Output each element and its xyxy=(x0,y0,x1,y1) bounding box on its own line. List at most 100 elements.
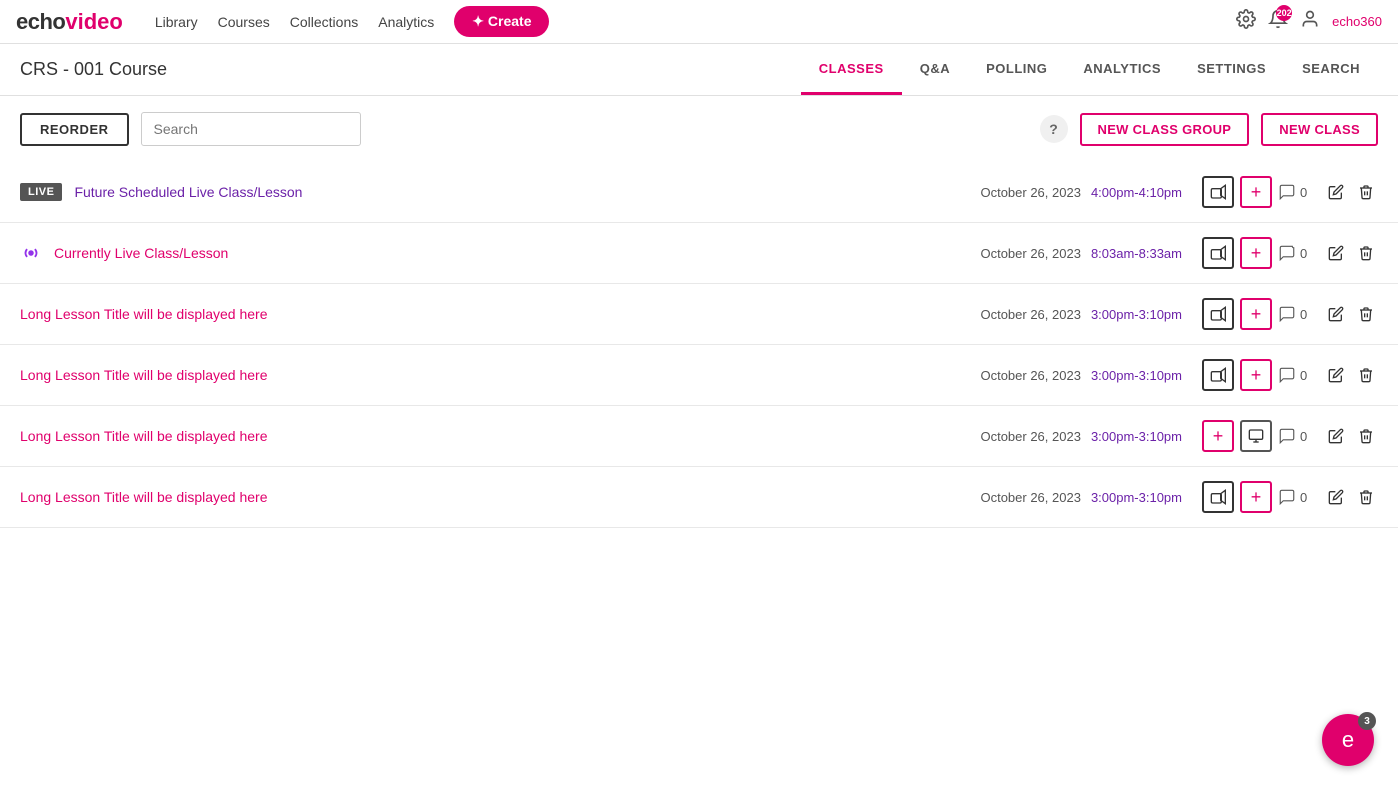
tab-qa[interactable]: Q&A xyxy=(902,44,968,95)
gear-icon xyxy=(1236,9,1256,29)
table-row: Long Lesson Title will be displayed here… xyxy=(0,406,1398,467)
class-title-link[interactable]: Long Lesson Title will be displayed here xyxy=(20,306,268,322)
echo360-label: echo360 xyxy=(1332,14,1382,29)
class-title-link[interactable]: Long Lesson Title will be displayed here xyxy=(20,367,268,383)
chat-fab[interactable]: e 3 xyxy=(1322,714,1374,766)
help-button[interactable]: ? xyxy=(1040,115,1068,143)
comment-number: 0 xyxy=(1300,185,1307,200)
edit-button[interactable] xyxy=(1324,424,1348,448)
tab-polling[interactable]: POLLING xyxy=(968,44,1065,95)
media-icon-button[interactable] xyxy=(1202,481,1234,513)
trash-icon xyxy=(1358,306,1374,322)
nav-collections[interactable]: Collections xyxy=(290,14,358,30)
screen-icon-button[interactable] xyxy=(1240,420,1272,452)
add-media-button[interactable]: + xyxy=(1240,176,1272,208)
comment-icon xyxy=(1278,488,1296,506)
table-row: Long Lesson Title will be displayed here… xyxy=(0,284,1398,345)
table-row: Long Lesson Title will be displayed here… xyxy=(0,467,1398,528)
trash-icon xyxy=(1358,489,1374,505)
nav-right: 202 echo360 xyxy=(1236,9,1382,34)
class-time: 3:00pm-3:10pm xyxy=(1091,307,1182,322)
settings-button[interactable] xyxy=(1236,9,1256,34)
class-actions: + 0 xyxy=(1202,176,1378,208)
comment-icon xyxy=(1278,244,1296,262)
class-time: 4:00pm-4:10pm xyxy=(1091,185,1182,200)
media-icon-button[interactable] xyxy=(1202,298,1234,330)
user-icon xyxy=(1300,9,1320,29)
classes-list: LIVE Future Scheduled Live Class/Lesson … xyxy=(0,162,1398,528)
pencil-icon xyxy=(1328,245,1344,261)
new-class-group-button[interactable]: NEW CLASS GROUP xyxy=(1080,113,1250,146)
notifications-button[interactable]: 202 xyxy=(1268,9,1288,34)
add-media-button[interactable]: + xyxy=(1240,481,1272,513)
class-date: October 26, 2023 xyxy=(980,246,1080,261)
delete-button[interactable] xyxy=(1354,363,1378,387)
class-date: October 26, 2023 xyxy=(980,429,1080,444)
delete-button[interactable] xyxy=(1354,302,1378,326)
media-icon-button[interactable] xyxy=(1202,237,1234,269)
class-title-link[interactable]: Long Lesson Title will be displayed here xyxy=(20,428,268,444)
toolbar: REORDER ? NEW CLASS GROUP NEW CLASS xyxy=(0,96,1398,162)
pencil-icon xyxy=(1328,184,1344,200)
class-time: 3:00pm-3:10pm xyxy=(1091,429,1182,444)
chat-icon: e xyxy=(1342,727,1354,753)
pencil-icon xyxy=(1328,367,1344,383)
delete-button[interactable] xyxy=(1354,241,1378,265)
delete-button[interactable] xyxy=(1354,485,1378,509)
add-media-button[interactable]: + xyxy=(1202,420,1234,452)
nav-analytics[interactable]: Analytics xyxy=(378,14,434,30)
class-time: 3:00pm-3:10pm xyxy=(1091,368,1182,383)
new-class-button[interactable]: NEW CLASS xyxy=(1261,113,1378,146)
class-title-link[interactable]: Future Scheduled Live Class/Lesson xyxy=(74,184,302,200)
tab-analytics[interactable]: ANALYTICS xyxy=(1065,44,1179,95)
edit-button[interactable] xyxy=(1324,180,1348,204)
comment-number: 0 xyxy=(1300,307,1307,322)
trash-icon xyxy=(1358,245,1374,261)
class-date: October 26, 2023 xyxy=(980,368,1080,383)
comment-icon xyxy=(1278,305,1296,323)
edit-button[interactable] xyxy=(1324,241,1348,265)
class-meta: October 26, 2023 3:00pm-3:10pm xyxy=(980,307,1182,322)
table-row: Long Lesson Title will be displayed here… xyxy=(0,345,1398,406)
comment-count: 0 xyxy=(1278,183,1318,201)
create-button[interactable]: ✦ Create xyxy=(454,6,549,37)
add-media-button[interactable]: + xyxy=(1240,359,1272,391)
class-meta: October 26, 2023 3:00pm-3:10pm xyxy=(980,368,1182,383)
tab-classes[interactable]: CLASSES xyxy=(801,44,902,95)
media-icon-button[interactable] xyxy=(1202,359,1234,391)
logo-echo: echo xyxy=(16,9,65,35)
trash-icon xyxy=(1358,367,1374,383)
class-time: 8:03am-8:33am xyxy=(1091,246,1182,261)
monitor-icon xyxy=(1248,428,1264,444)
course-title: CRS - 001 Course xyxy=(20,59,167,80)
pencil-icon xyxy=(1328,489,1344,505)
delete-button[interactable] xyxy=(1354,424,1378,448)
edit-button[interactable] xyxy=(1324,485,1348,509)
add-media-button[interactable]: + xyxy=(1240,237,1272,269)
class-title-link[interactable]: Long Lesson Title will be displayed here xyxy=(20,489,268,505)
class-date: October 26, 2023 xyxy=(980,490,1080,505)
media-icon-button[interactable] xyxy=(1202,176,1234,208)
reorder-button[interactable]: REORDER xyxy=(20,113,129,146)
pencil-icon xyxy=(1328,428,1344,444)
class-title-link[interactable]: Currently Live Class/Lesson xyxy=(54,245,228,261)
class-meta: October 26, 2023 4:00pm-4:10pm xyxy=(980,185,1182,200)
comment-count: 0 xyxy=(1278,244,1318,262)
class-actions: + 0 xyxy=(1202,237,1378,269)
edit-button[interactable] xyxy=(1324,363,1348,387)
edit-button[interactable] xyxy=(1324,302,1348,326)
class-time: 3:00pm-3:10pm xyxy=(1091,490,1182,505)
add-media-button[interactable]: + xyxy=(1240,298,1272,330)
nav-courses[interactable]: Courses xyxy=(218,14,270,30)
trash-icon xyxy=(1358,184,1374,200)
search-input[interactable] xyxy=(141,112,361,146)
trash-icon xyxy=(1358,428,1374,444)
tab-settings[interactable]: SETTINGS xyxy=(1179,44,1284,95)
pencil-icon xyxy=(1328,306,1344,322)
delete-button[interactable] xyxy=(1354,180,1378,204)
class-date: October 26, 2023 xyxy=(980,307,1080,322)
user-button[interactable] xyxy=(1300,9,1320,34)
comment-icon xyxy=(1278,427,1296,445)
nav-library[interactable]: Library xyxy=(155,14,198,30)
tab-search[interactable]: SEARCH xyxy=(1284,44,1378,95)
